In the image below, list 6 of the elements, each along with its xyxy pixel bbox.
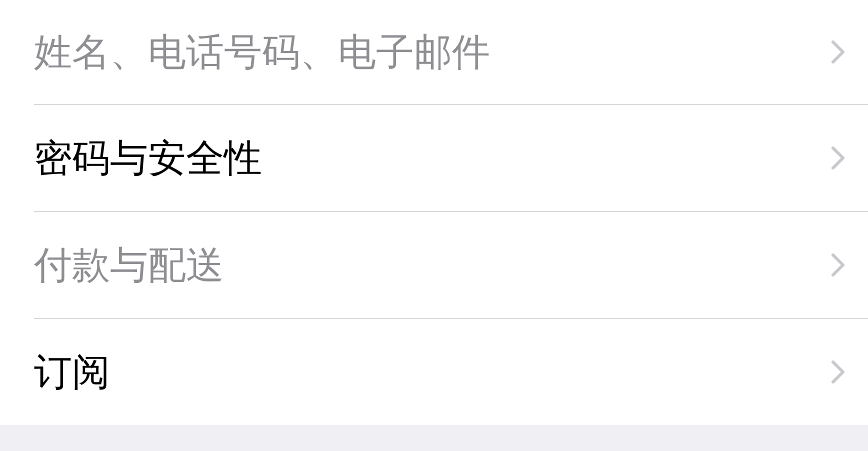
settings-item[interactable]: 密码与安全性: [34, 132, 262, 184]
chevron-right-icon: [830, 39, 846, 65]
settings-item[interactable]: 订阅: [34, 346, 110, 398]
chevron-right-icon: [830, 252, 846, 278]
chevron-right-icon: [830, 145, 846, 171]
chevron-right-icon: [830, 359, 846, 385]
